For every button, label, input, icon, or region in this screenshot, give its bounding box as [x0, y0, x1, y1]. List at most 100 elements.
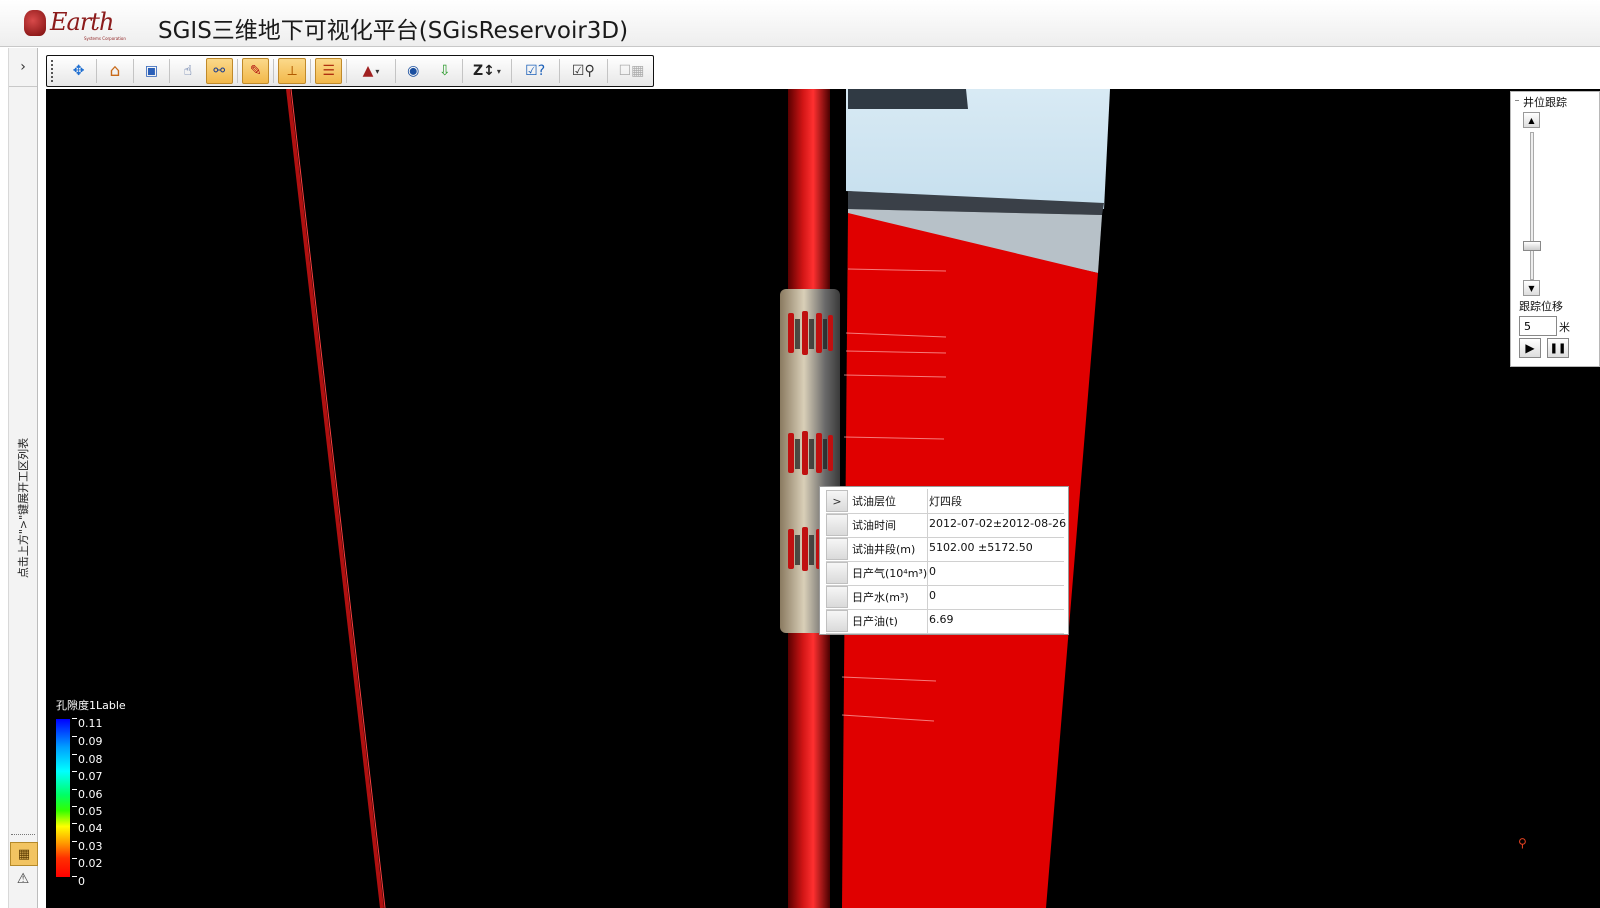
play-button[interactable]: ▶	[1519, 338, 1541, 358]
toolbar-separator	[132, 59, 134, 83]
column-divider	[927, 561, 928, 585]
tracking-slider-thumb[interactable]	[1523, 241, 1541, 252]
row-selector[interactable]	[826, 562, 848, 584]
z-scale-icon: Z↕	[473, 63, 495, 79]
pen-icon: ✎	[249, 63, 262, 79]
tracking-slider-track[interactable]	[1530, 132, 1534, 280]
popup-row[interactable]: 日产水(m³) 0	[826, 585, 1064, 610]
distant-well-trace[interactable]	[286, 89, 384, 908]
pause-button[interactable]: ❚❚	[1547, 338, 1569, 358]
column-divider	[927, 609, 928, 633]
distant-well-highlight	[290, 89, 386, 908]
logo-subtitle: Systems Corporation	[84, 36, 126, 41]
row-value: 6.69	[929, 613, 954, 626]
row-selector[interactable]	[826, 538, 848, 560]
legend-tick: 0.06	[72, 788, 103, 801]
info-toggle-checkbox[interactable]: ☑?	[516, 58, 555, 84]
pan-icon: ✥	[72, 63, 85, 79]
slider-down-button[interactable]: ▼	[1523, 280, 1540, 296]
toolbar-separator	[346, 59, 348, 83]
row-value: 5102.00 ±5172.50	[929, 541, 1033, 554]
eye-view-button[interactable]: ◉	[400, 58, 427, 84]
toolbar-separator	[169, 59, 171, 83]
row-selector[interactable]	[826, 586, 848, 608]
row-selector[interactable]	[826, 610, 848, 632]
well-test-info-popup: > 试油层位 灯四段 试油时间 2012-07-02±2012-08-26 试油…	[819, 486, 1069, 635]
home-view-button[interactable]: ⌂	[101, 58, 128, 84]
app-logo: Earth Systems Corporation	[24, 8, 126, 42]
expand-panel-button[interactable]: ›	[9, 48, 37, 87]
popup-row[interactable]: > 试油层位 灯四段	[826, 489, 1064, 514]
pin-marker-icon[interactable]: ⚲	[1518, 836, 1527, 850]
fly-down-button[interactable]: ⇩	[431, 58, 458, 84]
legend-tick: 0.09	[72, 735, 103, 748]
cube-view-button[interactable]: ▣	[138, 58, 165, 84]
column-divider	[927, 489, 928, 513]
legend-tick: 0	[72, 875, 85, 888]
eye-icon: ◉	[407, 63, 420, 79]
row-selector[interactable]: >	[826, 490, 848, 512]
hand-pointer-icon: ☝	[183, 63, 193, 79]
measure-tool-button[interactable]: ⟂	[278, 58, 306, 84]
axis-icon: ⟂	[287, 63, 297, 79]
popup-row[interactable]: 试油时间 2012-07-02±2012-08-26	[826, 513, 1067, 538]
row-key: 试油层位	[852, 495, 896, 508]
legend-color-bar	[56, 719, 70, 877]
toolbar-separator	[309, 59, 311, 83]
legend-tick: 0.08	[72, 753, 103, 766]
chevron-down-icon: ▾	[375, 66, 380, 76]
legend-tick: 0.03	[72, 840, 103, 853]
panel-grip[interactable]	[11, 834, 35, 839]
legend-tick: 0.11	[72, 717, 103, 730]
slider-up-button[interactable]: ▲	[1523, 112, 1540, 128]
row-key: 日产油(t)	[852, 615, 898, 628]
render-mode-dropdown[interactable]: ▲ ▾	[351, 58, 390, 84]
toolbar-grip[interactable]	[51, 60, 57, 82]
compass-tool-button[interactable]: ✎	[242, 58, 270, 84]
panel-hint-label: 点击上方">"键展开工区列表	[17, 437, 30, 579]
popup-row[interactable]: 日产气(10⁴m³) 0	[826, 561, 1064, 586]
well-tracking-panel: 井位跟踪 ▲ ▼ 跟踪位移 米 ▶ ❚❚	[1510, 91, 1600, 367]
toolbar-separator	[96, 59, 98, 83]
select-tool-button[interactable]: ☝	[174, 58, 201, 84]
row-key: 日产水(m³)	[852, 591, 909, 604]
row-key: 日产气(10⁴m³)	[852, 567, 928, 580]
app-title: SGIS三维地下可视化平台(SGisReservoir3D)	[158, 18, 629, 44]
tracking-panel-title: 井位跟踪	[1523, 96, 1567, 109]
layers-tool-button[interactable]: ☰	[314, 58, 343, 84]
tools-tab-icon[interactable]: ⚠	[10, 868, 36, 890]
popup-row[interactable]: 日产油(t) 6.69	[826, 609, 1064, 634]
table-toggle-checkbox[interactable]: ☐▦	[612, 58, 651, 84]
legend-title: 孔隙度1Lable	[56, 699, 126, 712]
layers-icon: ☰	[322, 63, 335, 79]
group-frame-line	[1515, 100, 1519, 101]
toolbar-separator	[510, 59, 512, 83]
arrow-down-icon: ⇩	[438, 63, 451, 79]
toolbar-separator	[394, 59, 396, 83]
title-bar: Earth Systems Corporation SGIS三维地下可视化平台(…	[0, 0, 1600, 47]
row-value: 灯四段	[929, 495, 962, 508]
cube-icon: ▣	[144, 63, 159, 79]
column-divider	[927, 585, 928, 609]
legend-tick: 0.05	[72, 805, 103, 818]
toolbar-separator	[462, 59, 464, 83]
track-toggle-checkbox[interactable]: ☑⚲	[564, 58, 603, 84]
logo-emblem-icon	[24, 10, 46, 36]
well-connect-button[interactable]: ⚯	[205, 58, 234, 84]
workarea-tab-icon[interactable]: ▦	[10, 842, 38, 866]
toolbar-separator	[273, 59, 275, 83]
home-icon: ⌂	[109, 61, 121, 81]
toolbar-separator	[606, 59, 608, 83]
popup-row[interactable]: 试油井段(m) 5102.00 ±5172.50	[826, 537, 1064, 562]
workarea-list-panel: › 点击上方">"键展开工区列表 ▦ ⚠	[8, 48, 38, 908]
toolbar-separator	[237, 59, 239, 83]
z-scale-dropdown[interactable]: Z↕ ▾	[467, 58, 506, 84]
row-selector[interactable]	[826, 514, 848, 536]
offset-input[interactable]	[1519, 316, 1557, 336]
pan-tool-button[interactable]: ✥	[65, 58, 92, 84]
play-icon: ▶	[1525, 341, 1535, 355]
pause-icon: ❚❚	[1549, 342, 1567, 354]
table-icon: ☐▦	[618, 63, 645, 79]
row-value: 2012-07-02±2012-08-26	[929, 517, 1067, 530]
row-key: 试油井段(m)	[852, 543, 916, 556]
